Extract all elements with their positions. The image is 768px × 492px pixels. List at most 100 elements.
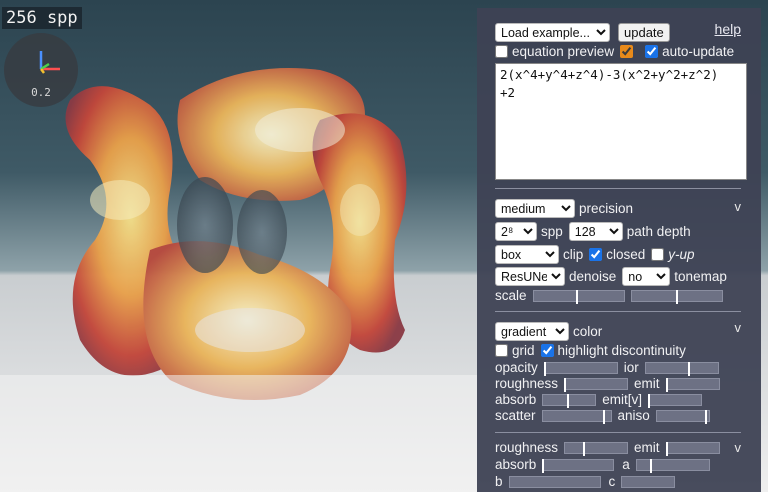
floor-collapse-toggle[interactable]: v xyxy=(735,440,742,455)
tonemap-select[interactable]: no xyxy=(622,267,671,286)
tonemap-label: tonemap xyxy=(674,269,727,284)
slider-thumb[interactable] xyxy=(665,377,668,392)
equation-input[interactable]: 2(x^4+y^4+z^4)-3(x^2+y^2+z^2) +2 xyxy=(495,63,747,180)
highlight-discontinuity-checkbox[interactable] xyxy=(540,344,554,357)
absorb-row: absorb emit[v] xyxy=(495,392,703,408)
slider-thumb[interactable] xyxy=(650,458,653,473)
floor-b-label: b xyxy=(495,474,503,489)
absorb-slider[interactable] xyxy=(542,393,597,408)
section-divider xyxy=(495,432,741,433)
slider-thumb[interactable] xyxy=(542,458,545,473)
color-mode-select[interactable]: gradient xyxy=(495,322,569,341)
zoom-level-readout: 0.2 xyxy=(31,86,51,99)
floor-c-slider[interactable] xyxy=(621,475,676,488)
slider-thumb[interactable] xyxy=(575,289,578,304)
update-button[interactable]: update xyxy=(618,23,670,42)
slider-thumb[interactable] xyxy=(543,361,546,376)
floor-bc-row: b c xyxy=(495,474,676,489)
absorb-label: absorb xyxy=(495,392,537,407)
slider-thumb[interactable] xyxy=(648,393,651,408)
render-collapse-toggle[interactable]: v xyxy=(735,199,742,214)
floor-b-slider[interactable] xyxy=(508,475,601,488)
slider-thumb[interactable] xyxy=(582,441,585,456)
roughness-slider[interactable] xyxy=(564,377,629,392)
highlight-discontinuity-label: highlight discontinuity xyxy=(557,343,686,358)
denoise-select[interactable]: ResUNet xyxy=(495,267,565,286)
floor-roughness-slider[interactable] xyxy=(564,441,629,456)
toolbar-row: Load example... update xyxy=(495,23,670,42)
clip-row: box clip closed y-up xyxy=(495,245,695,264)
color-label: color xyxy=(573,324,603,339)
ior-label: ior xyxy=(623,360,639,375)
slider-thumb[interactable] xyxy=(705,409,708,424)
slider-thumb[interactable] xyxy=(675,289,678,304)
opacity-row: opacity ior xyxy=(495,360,719,376)
floor-roughness-row: roughness emit xyxy=(495,440,720,456)
precision-select[interactable]: medium xyxy=(495,199,575,218)
equation-preview-label: equation preview xyxy=(512,44,615,59)
closed-label: closed xyxy=(606,247,646,262)
auto-update-checkbox[interactable] xyxy=(645,45,659,58)
section-divider xyxy=(495,311,741,312)
grid-checkbox[interactable] xyxy=(495,344,508,357)
aniso-label: aniso xyxy=(617,408,650,423)
floor-emit-label: emit xyxy=(634,440,660,455)
roughness-row: roughness emit xyxy=(495,376,720,392)
auto-update-label: auto-update xyxy=(662,44,735,59)
precision-row: medium precision xyxy=(495,199,633,218)
emit-slider[interactable] xyxy=(665,377,720,392)
slider-thumb[interactable] xyxy=(567,393,570,408)
grid-label: grid xyxy=(512,343,535,358)
floor-absorb-label: absorb xyxy=(495,457,537,472)
clip-select[interactable]: box xyxy=(495,245,559,264)
slider-thumb[interactable] xyxy=(602,409,605,424)
opacity-label: opacity xyxy=(495,360,538,375)
opacity-slider[interactable] xyxy=(543,361,618,376)
floor-absorb-row: absorb a xyxy=(495,457,710,473)
floor-a-label: a xyxy=(622,457,630,472)
slider-thumb[interactable] xyxy=(687,361,690,376)
spp-counter: 256 spp xyxy=(2,7,82,29)
roughness-label: roughness xyxy=(495,376,559,391)
help-link[interactable]: help xyxy=(715,21,741,37)
emitv-label: emit[v] xyxy=(602,392,643,407)
equation-preview-checkbox[interactable] xyxy=(495,45,508,58)
emitv-slider[interactable] xyxy=(648,393,703,408)
ior-slider[interactable] xyxy=(644,361,719,376)
floor-c-label: c xyxy=(608,474,616,489)
floor-emit-slider[interactable] xyxy=(665,441,720,456)
axis-gizmo[interactable]: 0.2 xyxy=(4,33,78,107)
preview-row: equation preview auto-update xyxy=(495,44,734,59)
grid-row: grid highlight discontinuity xyxy=(495,343,686,358)
equation-preview-color-checkbox[interactable] xyxy=(620,45,634,58)
scale-label: scale xyxy=(495,288,527,303)
floor-absorb-slider[interactable] xyxy=(542,458,615,473)
denoise-row: ResUNet denoise no tonemap xyxy=(495,267,727,286)
path-depth-select[interactable]: 128 xyxy=(568,222,623,241)
section-divider xyxy=(495,188,741,189)
clip-label: clip xyxy=(563,247,584,262)
scale-slider-b[interactable] xyxy=(630,289,723,304)
precision-label: precision xyxy=(579,201,634,216)
aniso-slider[interactable] xyxy=(655,409,710,424)
yup-checkbox[interactable] xyxy=(651,248,665,261)
emit-label: emit xyxy=(634,376,660,391)
scatter-slider[interactable] xyxy=(541,409,612,424)
scatter-label: scatter xyxy=(495,408,536,423)
denoise-label: denoise xyxy=(569,269,617,284)
slider-thumb[interactable] xyxy=(564,377,567,392)
example-select[interactable]: Load example... xyxy=(495,23,610,42)
slider-thumb[interactable] xyxy=(665,441,668,456)
closed-checkbox[interactable] xyxy=(589,248,603,261)
floor-roughness-label: roughness xyxy=(495,440,559,455)
spp-select[interactable]: 2⁸ xyxy=(495,222,537,241)
floor-a-slider[interactable] xyxy=(635,458,710,473)
scale-slider-a[interactable] xyxy=(532,289,625,304)
material-collapse-toggle[interactable]: v xyxy=(735,320,742,335)
yup-label: y-up xyxy=(668,247,695,262)
spp-row: 2⁸ spp 128 path depth xyxy=(495,222,691,241)
scatter-row: scatter aniso xyxy=(495,408,710,424)
path-depth-label: path depth xyxy=(626,224,691,239)
color-row: gradient color xyxy=(495,322,602,341)
spp-label: spp xyxy=(541,224,563,239)
